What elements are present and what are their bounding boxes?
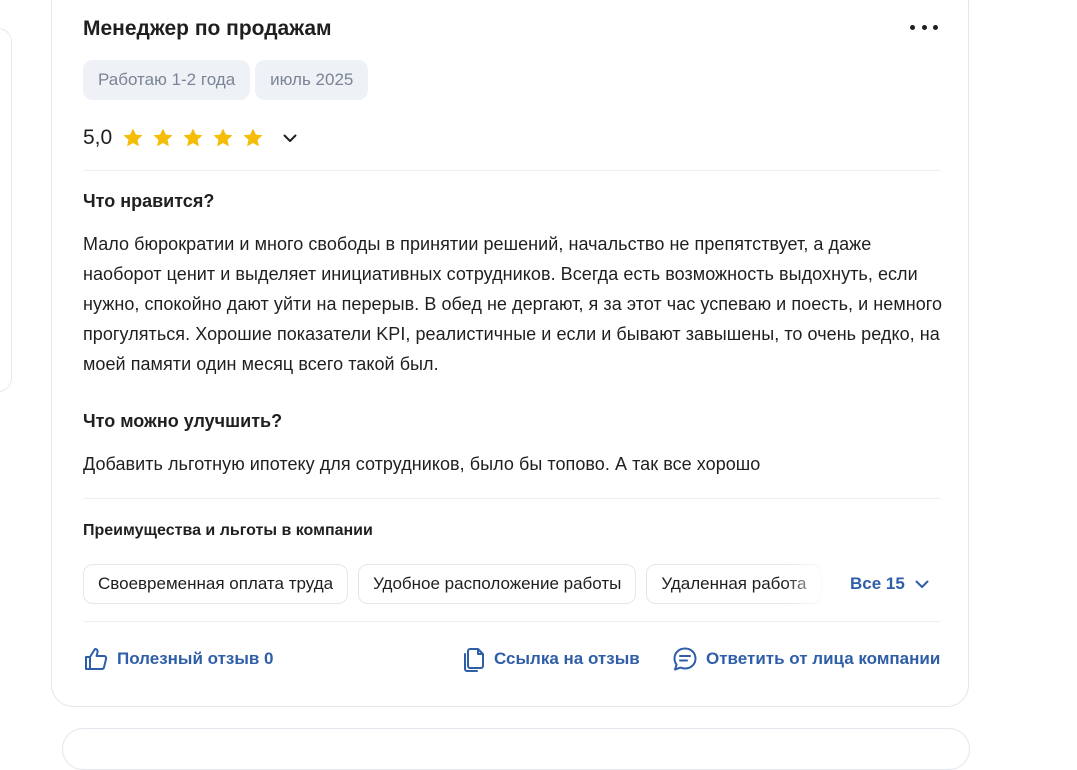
copy-link-label: Ссылка на отзыв bbox=[494, 649, 640, 668]
tag-experience: Работаю 1-2 года bbox=[83, 60, 251, 100]
chat-bubble-icon bbox=[673, 647, 697, 671]
next-review-card bbox=[62, 728, 970, 770]
star-icon bbox=[183, 128, 203, 147]
benefits-title: Преимущества и льготы в компании bbox=[83, 522, 373, 539]
reply-button[interactable]: Ответить от лица компании bbox=[672, 646, 940, 672]
review-card: Менеджер по продажам Работаю 1-2 года ию… bbox=[51, 0, 969, 707]
rating-stars bbox=[122, 127, 272, 149]
chips-fade bbox=[785, 564, 837, 604]
rating: 5,0 bbox=[83, 126, 300, 150]
chevron-down-icon bbox=[915, 580, 929, 588]
reply-label: Ответить от лица компании bbox=[706, 649, 941, 668]
copy-link-icon bbox=[464, 648, 484, 672]
improve-heading: Что можно улучшить? bbox=[83, 411, 283, 431]
star-icon bbox=[213, 128, 233, 147]
star-icon bbox=[243, 128, 263, 147]
rating-value: 5,0 bbox=[83, 126, 113, 149]
more-icon bbox=[933, 24, 938, 30]
tag-date: июль 2025 bbox=[255, 60, 369, 100]
star-icon bbox=[123, 128, 143, 147]
copy-link-button[interactable]: Ссылка на отзыв bbox=[462, 646, 640, 672]
rating-expand-button[interactable] bbox=[280, 128, 300, 148]
review-title: Менеджер по продажам bbox=[83, 17, 332, 40]
star-icon bbox=[153, 128, 173, 147]
review-tags: Работаю 1-2 года июль 2025 bbox=[83, 60, 369, 100]
divider bbox=[83, 170, 941, 171]
divider bbox=[83, 498, 941, 499]
likes-text: Мало бюрократии и много свободы в принят… bbox=[83, 234, 943, 374]
likes-heading: Что нравится? bbox=[83, 191, 215, 211]
more-icon bbox=[910, 24, 915, 30]
chevron-down-icon bbox=[283, 134, 297, 142]
helpful-label: Полезный отзыв 0 bbox=[117, 649, 274, 668]
helpful-button[interactable]: Полезный отзыв 0 bbox=[83, 646, 274, 672]
improve-text: Добавить льготную ипотеку для сотруднико… bbox=[83, 454, 761, 474]
more-icon bbox=[921, 24, 927, 30]
benefits-chips: Своевременная оплата труда Удобное распо… bbox=[83, 564, 835, 604]
all-benefits-button[interactable]: Все 15 bbox=[850, 574, 929, 594]
more-options-button[interactable] bbox=[910, 17, 938, 37]
benefit-chip[interactable]: Своевременная оплата труда bbox=[83, 564, 349, 604]
thumbs-up-icon bbox=[85, 648, 108, 670]
all-benefits-label: Все 15 bbox=[850, 574, 905, 593]
divider bbox=[83, 621, 941, 622]
benefit-chip[interactable]: Удобное расположение работы bbox=[358, 564, 637, 604]
side-panel bbox=[0, 28, 12, 392]
